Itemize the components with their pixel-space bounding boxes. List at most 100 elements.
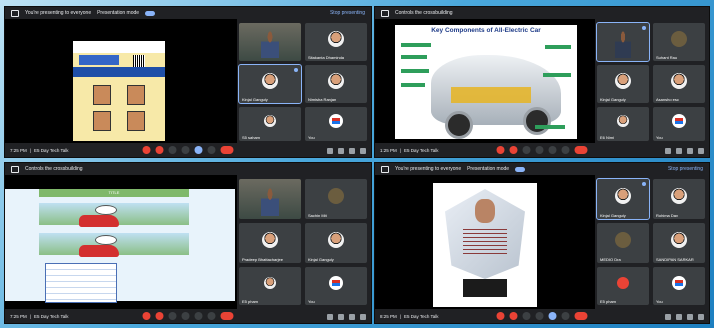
speaking-indicator-icon — [642, 26, 646, 30]
participant-tile[interactable]: Kinjal Ganguly — [597, 65, 649, 103]
participant-tile[interactable]: Asansho esc — [653, 65, 705, 103]
present-icon[interactable] — [548, 146, 557, 154]
info-icon[interactable] — [665, 148, 671, 154]
camera-icon[interactable] — [155, 312, 164, 320]
camera-icon[interactable] — [509, 312, 518, 320]
more-icon[interactable] — [561, 146, 570, 154]
captions-icon[interactable] — [168, 146, 177, 154]
participant-tile[interactable] — [239, 179, 301, 219]
participant-tile[interactable]: You — [653, 107, 705, 141]
end-call-icon[interactable] — [574, 312, 588, 320]
participant-tile[interactable]: Sitakanta Dhaminda — [305, 23, 367, 61]
participant-name: Sitakanta Dhaminda — [308, 55, 345, 60]
component-label — [401, 43, 431, 47]
mic-icon[interactable] — [496, 312, 505, 320]
participant-tile[interactable]: E6 Nimi — [597, 107, 649, 141]
stop-presenting-button[interactable]: Stop presenting — [668, 166, 703, 172]
end-call-icon[interactable] — [574, 146, 588, 154]
slide-title: Key Components of All-Electric Car — [431, 27, 541, 34]
hand-icon[interactable] — [181, 312, 190, 320]
camera-icon[interactable] — [155, 146, 164, 154]
info-icon[interactable] — [665, 314, 671, 320]
captions-icon[interactable] — [522, 312, 531, 320]
participant-tile[interactable]: S5 saham — [239, 107, 301, 141]
more-icon[interactable] — [207, 312, 216, 320]
meeting-time: 8:25 PM — [380, 313, 397, 319]
end-call-icon[interactable] — [220, 312, 234, 320]
participant-tile[interactable] — [596, 22, 650, 62]
logo-icon — [329, 114, 343, 129]
avatar — [264, 115, 276, 128]
participant-tile[interactable]: MEDIO Dra — [597, 223, 649, 263]
participant-tile[interactable]: Rohima Dav — [653, 179, 705, 219]
participant-tile[interactable]: Kinjal Ganguly — [596, 178, 650, 220]
participant-tile[interactable]: E5 pham — [239, 267, 301, 305]
avatar — [328, 231, 344, 248]
present-icon[interactable] — [548, 312, 557, 320]
participant-tile[interactable]: You — [305, 267, 367, 305]
info-icon[interactable] — [327, 148, 333, 154]
people-icon[interactable] — [676, 148, 682, 154]
hand-icon[interactable] — [535, 312, 544, 320]
logo-icon — [672, 275, 686, 290]
participant-tile[interactable]: You — [305, 107, 367, 141]
participant-tile[interactable]: Suhant Rau — [653, 23, 705, 61]
participant-tile[interactable]: Nimisha Ranjan — [305, 65, 367, 103]
people-icon[interactable] — [338, 148, 344, 154]
stop-presenting-button[interactable]: Stop presenting — [330, 10, 365, 16]
avatar — [671, 72, 687, 89]
call-controls — [496, 146, 588, 154]
activities-icon[interactable] — [698, 148, 704, 154]
poster-info-box — [79, 55, 119, 65]
info-icon[interactable] — [327, 314, 333, 320]
mic-icon[interactable] — [496, 146, 505, 154]
people-icon[interactable] — [676, 314, 682, 320]
participant-name: Kinjal Ganguly — [308, 257, 334, 262]
participant-tile[interactable]: Sachin Mit — [305, 179, 367, 219]
separator: | — [399, 147, 401, 153]
participant-tile[interactable]: Kinjal Ganguly — [305, 223, 367, 263]
participant-tile[interactable]: SANDIPAN SARKAR — [653, 223, 705, 263]
people-icon[interactable] — [338, 314, 344, 320]
camera-icon[interactable] — [509, 146, 518, 154]
meeting-screenshot-grid: You're presenting to everyone Presentati… — [4, 6, 710, 324]
side-controls — [665, 314, 704, 320]
end-call-icon[interactable] — [220, 146, 234, 154]
presentation-mode-toggle[interactable] — [515, 166, 526, 172]
chat-icon[interactable] — [349, 148, 355, 154]
meeting-name: E5 Day Tech Talk — [403, 313, 439, 319]
participant-tile[interactable]: E5 pham — [597, 267, 649, 305]
chat-icon[interactable] — [349, 314, 355, 320]
hand-icon[interactable] — [181, 146, 190, 154]
hand-icon[interactable] — [535, 146, 544, 154]
chat-icon[interactable] — [687, 314, 693, 320]
component-label — [535, 125, 565, 129]
speaker-photo — [127, 85, 145, 105]
trophy-base — [463, 279, 507, 297]
participant-tile[interactable] — [239, 23, 301, 61]
presentation-stage: TITLE — [5, 175, 237, 309]
participant-tile[interactable]: You — [653, 267, 705, 305]
captions-icon[interactable] — [168, 312, 177, 320]
mic-icon[interactable] — [142, 312, 151, 320]
battery-pack — [451, 87, 531, 103]
participant-tile[interactable]: Kinjal Ganguly — [238, 64, 302, 104]
presentation-mode-toggle[interactable] — [145, 10, 156, 16]
component-label — [401, 83, 425, 87]
activities-icon[interactable] — [360, 314, 366, 320]
more-icon[interactable] — [207, 146, 216, 154]
slide-title-bar: TITLE — [39, 189, 189, 197]
present-icon[interactable] — [194, 146, 203, 154]
chat-icon[interactable] — [687, 148, 693, 154]
participant-tile[interactable]: Pradeep Bhattacharjee — [239, 223, 301, 263]
mic-icon[interactable] — [142, 146, 151, 154]
activities-icon[interactable] — [360, 148, 366, 154]
participant-name: Asansho esc — [656, 97, 679, 102]
call-controls — [142, 146, 234, 154]
present-icon[interactable] — [194, 312, 203, 320]
more-icon[interactable] — [561, 312, 570, 320]
component-label — [545, 45, 571, 49]
captions-icon[interactable] — [522, 146, 531, 154]
participant-name: Kinjal Ganguly — [242, 97, 268, 102]
activities-icon[interactable] — [698, 314, 704, 320]
